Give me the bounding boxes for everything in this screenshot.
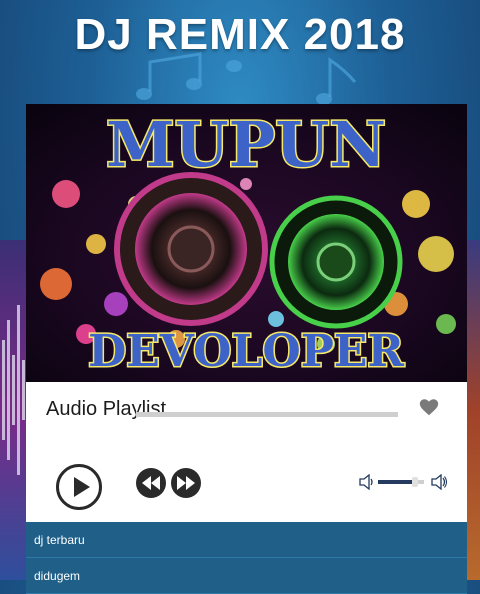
track-title: didugem — [34, 569, 81, 583]
volume-low-icon[interactable] — [359, 474, 375, 490]
volume-slider[interactable] — [378, 477, 424, 487]
cover-title-top: MUPUN — [106, 108, 386, 181]
volume-knob[interactable] — [411, 477, 418, 487]
list-item[interactable]: didugem — [26, 558, 467, 594]
track-list: dj terbaru didugem — [26, 522, 467, 594]
speaker-left — [114, 172, 268, 326]
list-item[interactable]: dj terbaru — [26, 522, 467, 558]
rewind-button[interactable] — [136, 468, 166, 498]
cover-title-bottom: DEVOLOPER — [88, 326, 404, 377]
speaker-right — [269, 195, 403, 329]
rewind-icon — [142, 476, 160, 490]
track-title: dj terbaru — [34, 533, 85, 547]
playlist-title: Audio Playlist — [46, 398, 167, 420]
player-card: Audio Playlist — [26, 382, 467, 522]
play-icon — [74, 477, 90, 497]
volume-high-icon[interactable] — [431, 474, 447, 490]
album-cover: MUPUN DEVOLOPER — [26, 104, 467, 382]
background-glow-right — [466, 240, 480, 580]
volume-fill — [378, 480, 415, 484]
fast-forward-icon — [177, 476, 195, 490]
play-button[interactable] — [56, 464, 102, 510]
seek-bar[interactable] — [136, 412, 398, 417]
fast-forward-button[interactable] — [171, 468, 201, 498]
sound-wave-decoration — [2, 305, 25, 475]
music-notes-decoration — [136, 52, 357, 105]
heart-icon[interactable] — [418, 396, 440, 418]
